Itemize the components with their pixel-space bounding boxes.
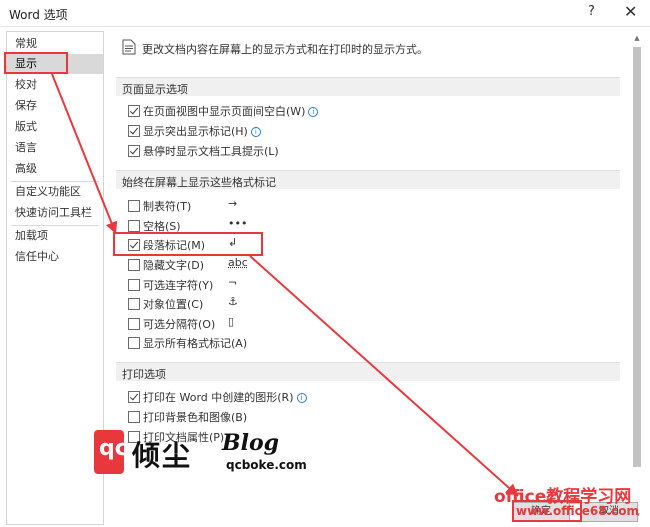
watermark-url: qcboke.com — [226, 458, 307, 472]
watermark-blog-text: Blog — [222, 430, 280, 456]
office-watermark-url: www.office68.com — [516, 504, 640, 518]
qc-logo: qc — [94, 430, 128, 474]
qcboke-watermark: qc 倾尘 Blog qcboke.com — [94, 430, 307, 480]
arrow-to-paragraph-marks — [51, 73, 118, 235]
watermark-cn-text: 倾尘 — [132, 439, 193, 472]
